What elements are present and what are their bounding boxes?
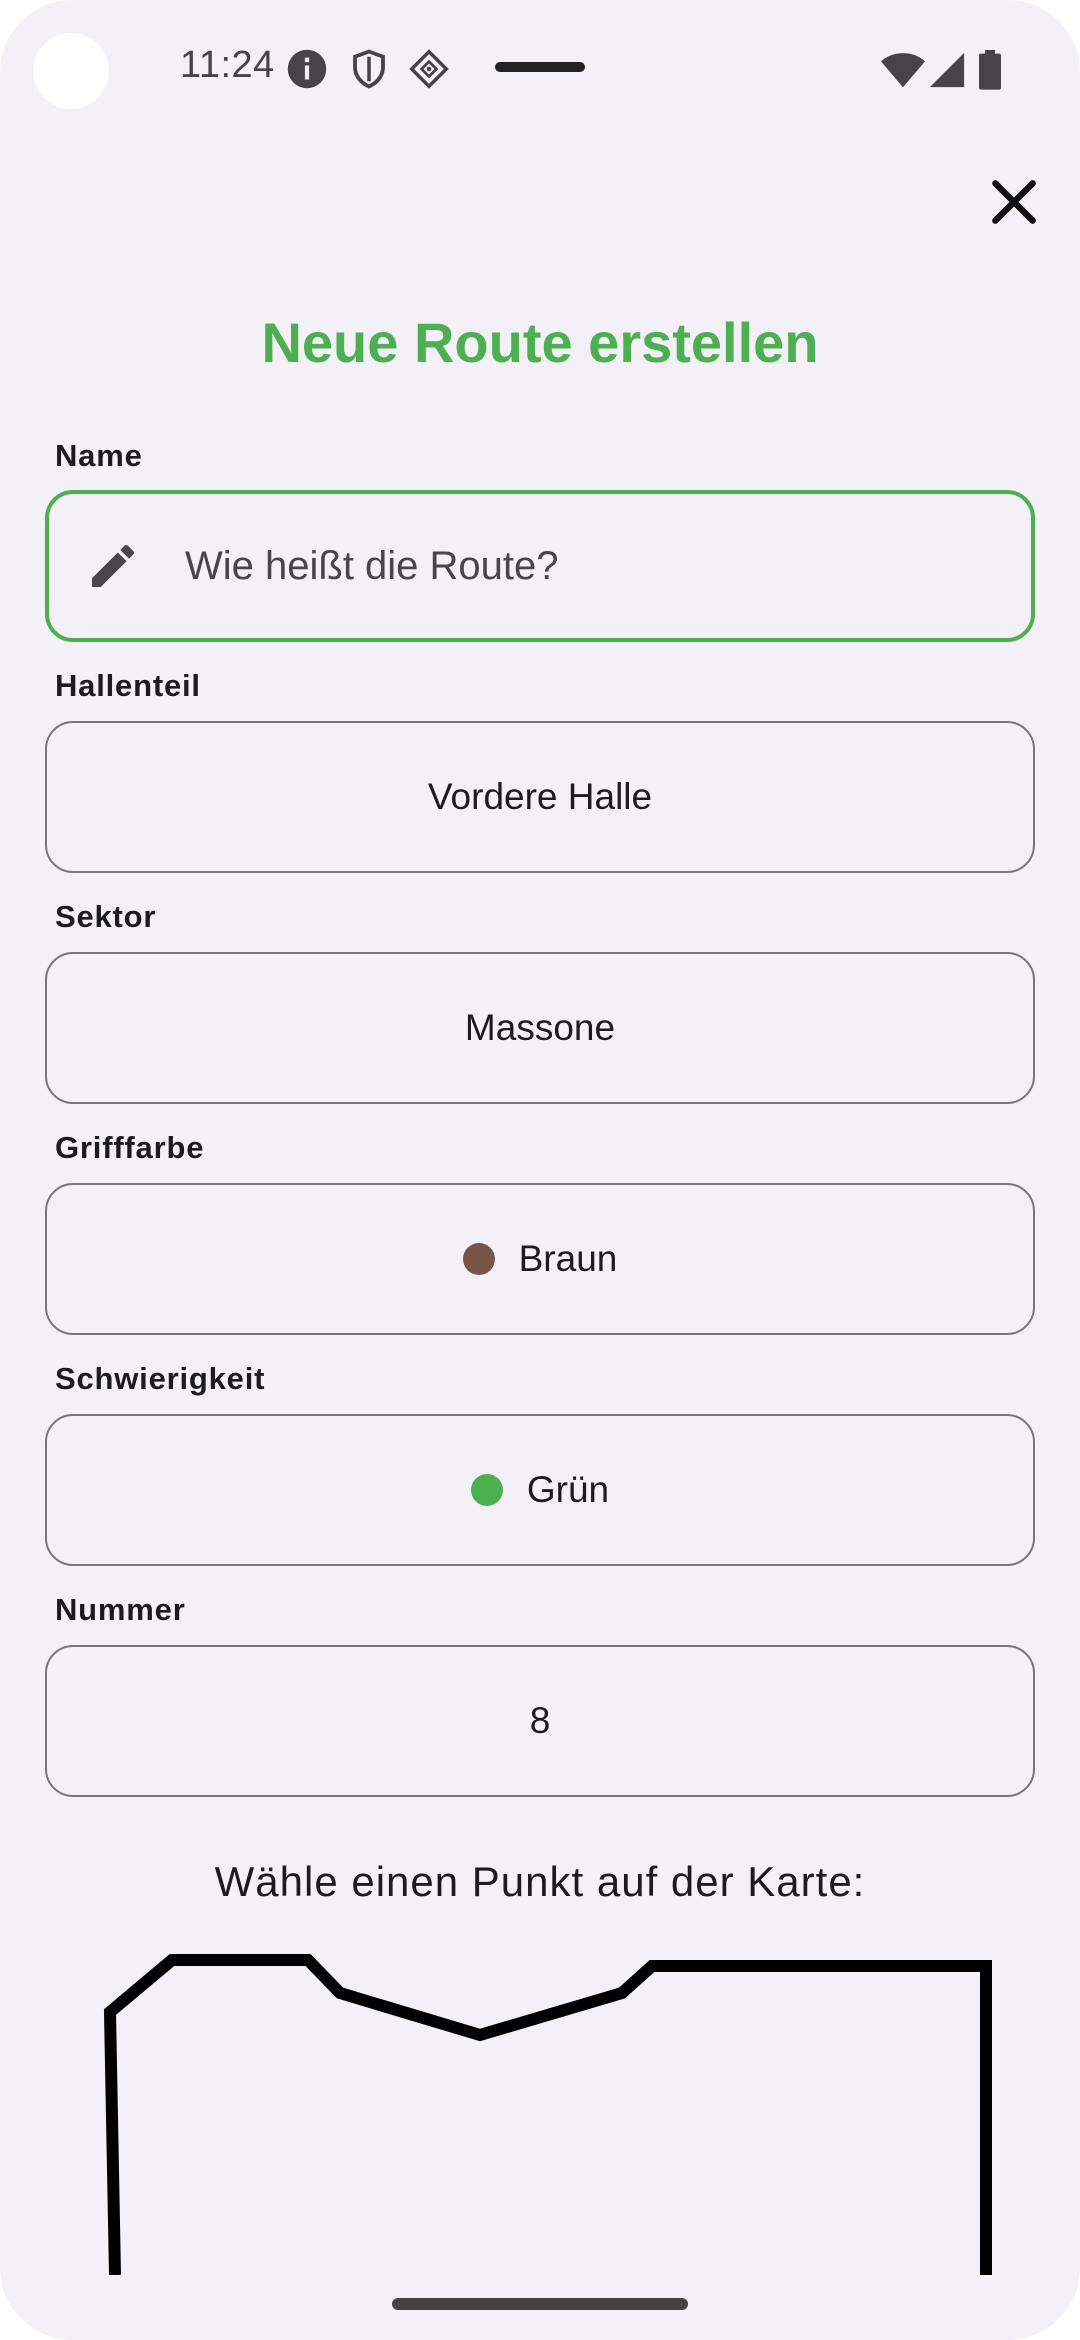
name-input[interactable]: Wie heißt die Route?: [45, 490, 1035, 642]
sector-value: Massone: [464, 1007, 616, 1048]
signal-icon: [929, 52, 965, 88]
close-icon[interactable]: [982, 170, 1046, 234]
pencil-icon: [92, 544, 135, 587]
cast-icon: [409, 49, 449, 89]
hold-color-value: Braun: [518, 1238, 618, 1279]
hold-color-dot: [462, 1243, 495, 1275]
number-value: 8: [529, 1700, 551, 1741]
shield-icon: [353, 49, 385, 89]
difficulty-select[interactable]: Grün: [45, 1414, 1035, 1566]
sector-label: Sektor: [55, 899, 157, 934]
home-indicator[interactable]: [392, 2298, 688, 2310]
wifi-icon: [880, 53, 926, 88]
hold-color-label: Grifffarbe: [55, 1130, 205, 1165]
sector-select[interactable]: Massone: [45, 952, 1035, 1104]
info-icon: [287, 49, 327, 89]
hall-label: Hallenteil: [55, 668, 201, 703]
name-label: Name: [55, 438, 143, 473]
number-select[interactable]: 8: [45, 1645, 1035, 1797]
status-time: 11:24: [180, 44, 275, 86]
hall-map[interactable]: [0, 1940, 1080, 2275]
battery-icon: [979, 50, 1001, 90]
notch-pill: [495, 62, 585, 72]
map-prompt: Wähle einen Punkt auf der Karte:: [214, 1858, 866, 1905]
difficulty-label: Schwierigkeit: [55, 1361, 266, 1396]
difficulty-value: Grün: [526, 1469, 610, 1510]
hold-color-select[interactable]: Braun: [45, 1183, 1035, 1335]
name-placeholder: Wie heißt die Route?: [185, 543, 559, 588]
difficulty-color-dot: [470, 1474, 503, 1506]
hall-select[interactable]: Vordere Halle: [45, 721, 1035, 873]
dialog-title: Neue Route erstellen: [261, 311, 819, 374]
app-screen: 11:24 Neue Route erstellen Name Wie heiß…: [0, 0, 1080, 2340]
number-label: Nummer: [55, 1592, 186, 1627]
hall-value: Vordere Halle: [427, 776, 653, 817]
front-camera: [33, 33, 109, 109]
